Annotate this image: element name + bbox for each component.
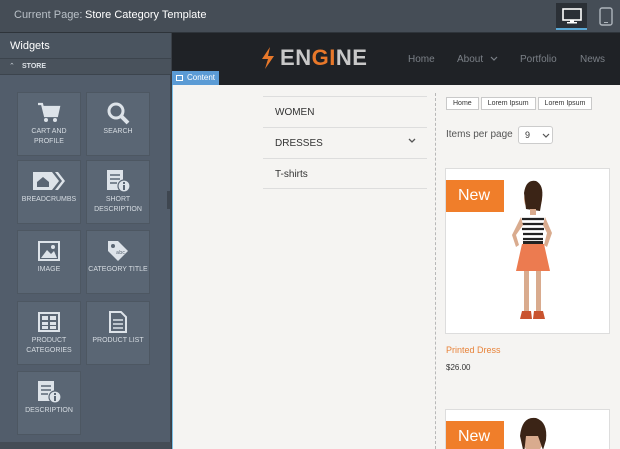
top-bar: Current Page: Store Category Template [0, 0, 620, 33]
widget-label: CART AND PROFILE [31, 128, 67, 145]
category-dresses[interactable]: DRESSES [263, 127, 427, 158]
category-label: DRESSES [275, 138, 323, 149]
product-name[interactable]: Printed Dress [446, 345, 501, 355]
desktop-icon [561, 7, 582, 23]
svg-text:abc: abc [116, 250, 125, 256]
content-region-border [172, 85, 173, 449]
lightning-icon [262, 47, 274, 69]
chevron-down-icon [490, 56, 498, 61]
widget-product-categories[interactable]: PRODUCT CATEGORIES [17, 301, 81, 365]
widget-label: PRODUCT LIST [92, 337, 144, 344]
column-divider [435, 93, 436, 449]
sidebar-footer [0, 442, 171, 449]
product-categories-menu: WOMEN DRESSES T-shirts [263, 96, 427, 189]
list-doc-icon [109, 311, 127, 333]
widget-short-description[interactable]: SHORT DESCRIPTION [86, 160, 150, 224]
breadcrumb-home[interactable]: Home [446, 97, 479, 110]
breadcrumb-item[interactable]: Lorem Ipsum [537, 97, 593, 110]
widget-label: SHORT DESCRIPTION [94, 196, 142, 213]
logo-text: ENGINE [280, 45, 368, 70]
tablet-view-button[interactable] [590, 3, 620, 30]
widget-label: DESCRIPTION [25, 407, 73, 414]
widgets-sidebar: Widgets ⌃ STORE CART AND PROFILE SEARCH [0, 33, 171, 449]
widget-breadcrumbs[interactable]: BREADCRUMBS [17, 160, 81, 224]
breadcrumb-item[interactable]: Lorem Ipsum [480, 97, 536, 110]
current-page-value[interactable]: Store Category Template [85, 9, 206, 21]
widget-description[interactable]: DESCRIPTION [17, 371, 81, 435]
nav-about[interactable]: About [457, 54, 498, 65]
product-card[interactable]: New [445, 168, 610, 334]
grid-icon [38, 312, 60, 332]
widget-image[interactable]: IMAGE [17, 230, 81, 294]
new-badge: New [446, 180, 504, 212]
product-price: $26.00 [446, 363, 471, 372]
short-description-icon [107, 170, 131, 193]
breadcrumbs-icon [33, 172, 65, 190]
tablet-icon [598, 7, 613, 26]
nav-news[interactable]: News [580, 54, 605, 65]
current-page-label: Current Page: [14, 9, 83, 21]
nav-about-label: About [457, 54, 484, 65]
widget-label: CATEGORY TITLE [88, 266, 148, 273]
content-region-tag[interactable]: Content [172, 71, 219, 85]
new-badge-label: New [458, 428, 491, 445]
widget-label: BREADCRUMBS [21, 196, 77, 203]
widget-label: SEARCH [103, 128, 133, 135]
columns-icon [176, 75, 183, 81]
description-icon [38, 381, 62, 404]
image-icon [38, 241, 60, 261]
sidebar-scroll-handle[interactable] [167, 191, 171, 209]
category-tshirts[interactable]: T-shirts [263, 158, 427, 189]
breadcrumb: Home Lorem Ipsum Lorem Ipsum [446, 97, 593, 110]
nav-home[interactable]: Home [408, 54, 435, 65]
chevron-down-icon [542, 133, 550, 138]
content-tag-label: Content [187, 73, 216, 82]
product-card[interactable]: New [445, 409, 610, 449]
widget-search[interactable]: SEARCH [86, 92, 150, 156]
widget-cart-and-profile[interactable]: CART AND PROFILE [17, 92, 81, 156]
store-category-toggle[interactable]: ⌃ STORE [0, 59, 171, 75]
chevron-down-icon[interactable] [407, 136, 417, 146]
store-category-label: STORE [22, 63, 46, 70]
cart-icon [38, 102, 61, 122]
category-women[interactable]: WOMEN [263, 96, 427, 127]
widget-label: IMAGE [37, 266, 61, 273]
desktop-view-button[interactable] [556, 3, 587, 30]
widget-product-list[interactable]: PRODUCT LIST [86, 301, 150, 365]
widget-category-title[interactable]: abc CATEGORY TITLE [86, 230, 150, 294]
category-label: WOMEN [275, 107, 315, 118]
new-badge-label: New [458, 187, 491, 204]
items-per-page-select[interactable]: 9 [518, 126, 553, 144]
new-badge: New [446, 421, 504, 449]
category-label: T-shirts [275, 169, 308, 180]
site-logo[interactable]: ENGINE [260, 45, 367, 71]
widgets-title: Widgets [10, 40, 50, 52]
items-per-page-label: Items per page [446, 129, 513, 140]
site-navbar: ENGINE Home About Portfolio News Content [172, 33, 620, 85]
page-preview: ENGINE Home About Portfolio News Content… [172, 33, 620, 449]
items-per-page-value: 9 [525, 130, 531, 140]
chevron-up-icon: ⌃ [9, 63, 15, 70]
widgets-header: Widgets [0, 33, 171, 59]
search-icon [107, 102, 130, 125]
tag-icon: abc [108, 241, 128, 261]
nav-portfolio[interactable]: Portfolio [520, 54, 557, 65]
widget-label: PRODUCT CATEGORIES [26, 337, 72, 354]
